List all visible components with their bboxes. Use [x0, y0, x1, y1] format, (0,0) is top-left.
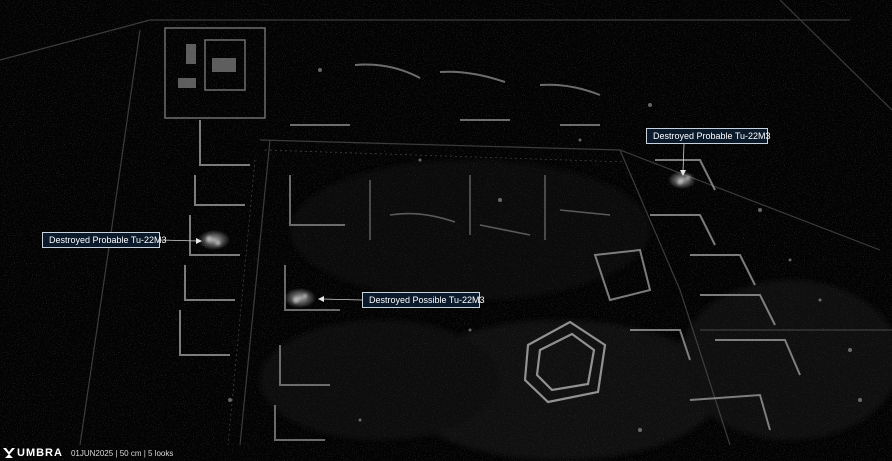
- logo-text: UMBRA: [17, 447, 63, 459]
- callout-destroyed-probable-1: Destroyed Probable Tu-22M3: [646, 128, 771, 144]
- callout-destroyed-possible: Destroyed Possible Tu-22M3: [362, 292, 485, 308]
- umbra-logo: UMBRA: [3, 447, 63, 459]
- callout-destroyed-probable-2: Destroyed Probable Tu-22M3: [42, 232, 167, 248]
- umbra-logo-icon: [3, 448, 15, 458]
- image-footer: UMBRA 01JUN2025 | 50 cm | 5 looks: [0, 445, 260, 461]
- image-caption: 01JUN2025 | 50 cm | 5 looks: [70, 448, 174, 458]
- sar-image: [0, 0, 892, 461]
